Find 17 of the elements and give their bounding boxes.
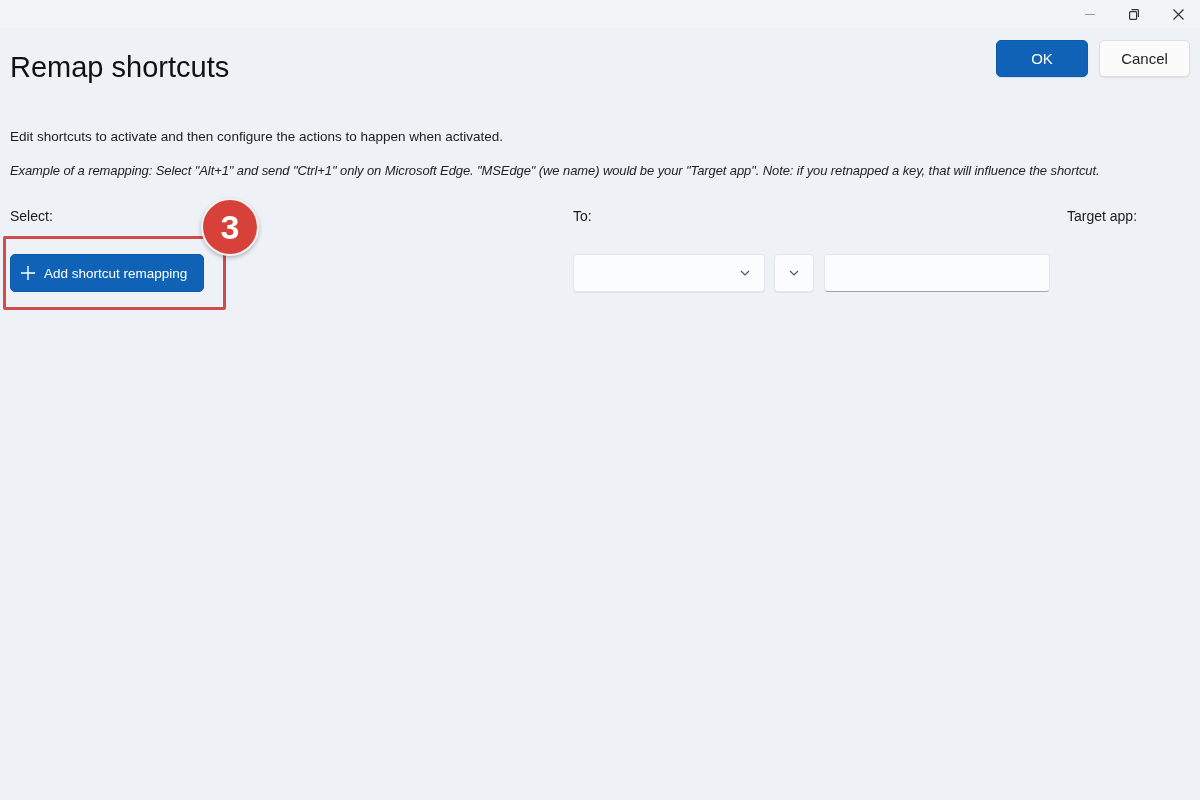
cancel-button[interactable]: Cancel [1099,40,1190,77]
ok-button[interactable]: OK [996,40,1088,77]
plus-icon [21,266,35,280]
restore-icon[interactable] [1129,8,1139,20]
example-text: Example of a remapping: Select "Alt+1" and send "Ctrl+1" only on Microsoft Edge. "MSEdge" (we name) would be your "Target app". Note: if you retnapped a key, that will influence the shortcut. [10,163,1101,178]
minimize-icon[interactable] [1085,13,1095,15]
chevron-down-icon [789,270,799,276]
close-icon[interactable] [1172,8,1184,20]
column-label: To: [573,208,592,224]
column-label: Target app: [1067,208,1138,224]
input-field[interactable] [824,254,1050,292]
chevron-down-icon [740,270,750,276]
column-label: Select: [10,208,53,224]
window-title: Remap shortcuts [10,51,230,84]
description-text: Edit shortcuts to activate and then configure the actions to happen when activated. [10,129,505,144]
step-callout: 3 [201,198,259,256]
add-shortcut-button[interactable]: Add shortcut remapping [10,254,204,292]
